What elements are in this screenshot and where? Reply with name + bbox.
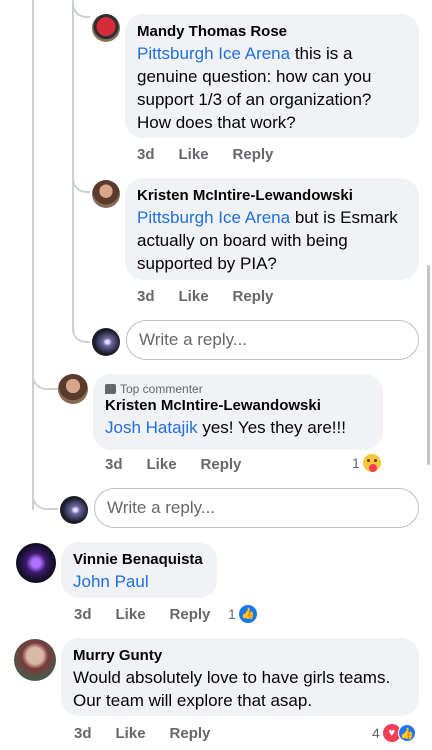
thread-connector <box>72 325 90 343</box>
care-emoji-icon <box>362 454 381 472</box>
current-user-avatar <box>92 328 120 356</box>
timestamp[interactable]: 3d <box>74 725 92 742</box>
comment-text: Would absolutely love to have girls team… <box>73 668 391 710</box>
thread-line-outer <box>32 0 34 510</box>
timestamp[interactable]: 3d <box>137 146 155 163</box>
reaction-summary[interactable]: 1 👍 <box>228 605 257 623</box>
comment-text: Josh Hatajik yes! Yes they are!!! <box>105 416 371 439</box>
comment-author[interactable]: Kristen McIntire-Lewandowski <box>105 396 371 416</box>
thread-connector <box>32 374 58 390</box>
thread-line-inner <box>72 0 74 330</box>
comment-bubble: Vinnie Benaquista John Paul <box>61 542 217 598</box>
mention-link[interactable]: Josh Hatajik <box>105 418 198 437</box>
timestamp[interactable]: 3d <box>74 606 92 623</box>
comment-text: Pittsburgh Ice Arena but is Esmark actua… <box>137 206 407 275</box>
mention-link[interactable]: Pittsburgh Ice Arena <box>137 44 290 63</box>
reaction-count: 4 <box>372 725 380 741</box>
reply-button[interactable]: Reply <box>170 725 211 742</box>
reply-button[interactable]: Reply <box>201 456 242 473</box>
reply-button[interactable]: Reply <box>233 146 274 163</box>
like-button[interactable]: Like <box>116 606 146 623</box>
avatar[interactable] <box>14 639 56 681</box>
comment-actions: 3d Like Reply <box>137 146 297 163</box>
thread-connector <box>72 175 90 193</box>
avatar[interactable] <box>92 180 120 208</box>
scrollbar[interactable] <box>427 265 430 465</box>
comment-bubble: Mandy Thomas Rose Pittsburgh Ice Arena t… <box>125 14 419 138</box>
current-user-avatar <box>60 496 88 524</box>
comment-bubble: Kristen McIntire-Lewandowski Pittsburgh … <box>125 178 419 280</box>
like-button[interactable]: Like <box>179 288 209 305</box>
reply-input[interactable]: Write a reply... <box>126 320 419 360</box>
comment-text: John Paul <box>73 570 205 593</box>
avatar[interactable] <box>92 14 120 42</box>
comment-text: Pittsburgh Ice Arena this is a genuine q… <box>137 42 407 134</box>
reaction-summary[interactable]: 1 <box>352 454 381 472</box>
avatar[interactable] <box>16 543 56 583</box>
timestamp[interactable]: 3d <box>137 288 155 305</box>
comment-bubble: Murry Gunty Would absolutely love to hav… <box>61 638 419 716</box>
reply-button[interactable]: Reply <box>233 288 274 305</box>
like-icon: 👍 <box>238 605 257 623</box>
thread-connector <box>72 0 90 18</box>
like-button[interactable]: Like <box>116 725 146 742</box>
top-commenter-badge: Top commenter <box>105 382 371 396</box>
comment-actions: 3d Like Reply <box>74 606 234 623</box>
comment-body: yes! Yes they are!!! <box>197 418 346 437</box>
reaction-count: 1 <box>352 455 360 471</box>
comment-author[interactable]: Mandy Thomas Rose <box>137 22 407 42</box>
mention-link[interactable]: John Paul <box>73 572 149 591</box>
reply-button[interactable]: Reply <box>170 606 211 623</box>
like-button[interactable]: Like <box>179 146 209 163</box>
avatar[interactable] <box>58 374 88 404</box>
like-icon: 👍 <box>397 724 416 742</box>
reply-placeholder: Write a reply... <box>107 498 216 517</box>
badge-icon <box>105 384 116 394</box>
reply-placeholder: Write a reply... <box>139 330 248 349</box>
badge-label: Top commenter <box>120 382 203 396</box>
comment-author[interactable]: Kristen McIntire-Lewandowski <box>137 186 407 206</box>
reaction-summary[interactable]: 4 ♥ 👍 <box>372 724 416 742</box>
comment-bubble: Top commenter Kristen McIntire-Lewandows… <box>93 374 383 450</box>
mention-link[interactable]: Pittsburgh Ice Arena <box>137 208 290 227</box>
comment-actions: 3d Like Reply <box>137 288 297 305</box>
reaction-count: 1 <box>228 606 236 622</box>
like-button[interactable]: Like <box>147 456 177 473</box>
comment-actions: 3d Like Reply <box>74 725 234 742</box>
thread-connector <box>32 494 58 510</box>
comment-actions: 3d Like Reply <box>105 456 265 473</box>
reply-input[interactable]: Write a reply... <box>94 488 419 528</box>
comment-author[interactable]: Murry Gunty <box>73 646 407 666</box>
timestamp[interactable]: 3d <box>105 456 123 473</box>
comment-author[interactable]: Vinnie Benaquista <box>73 550 205 570</box>
